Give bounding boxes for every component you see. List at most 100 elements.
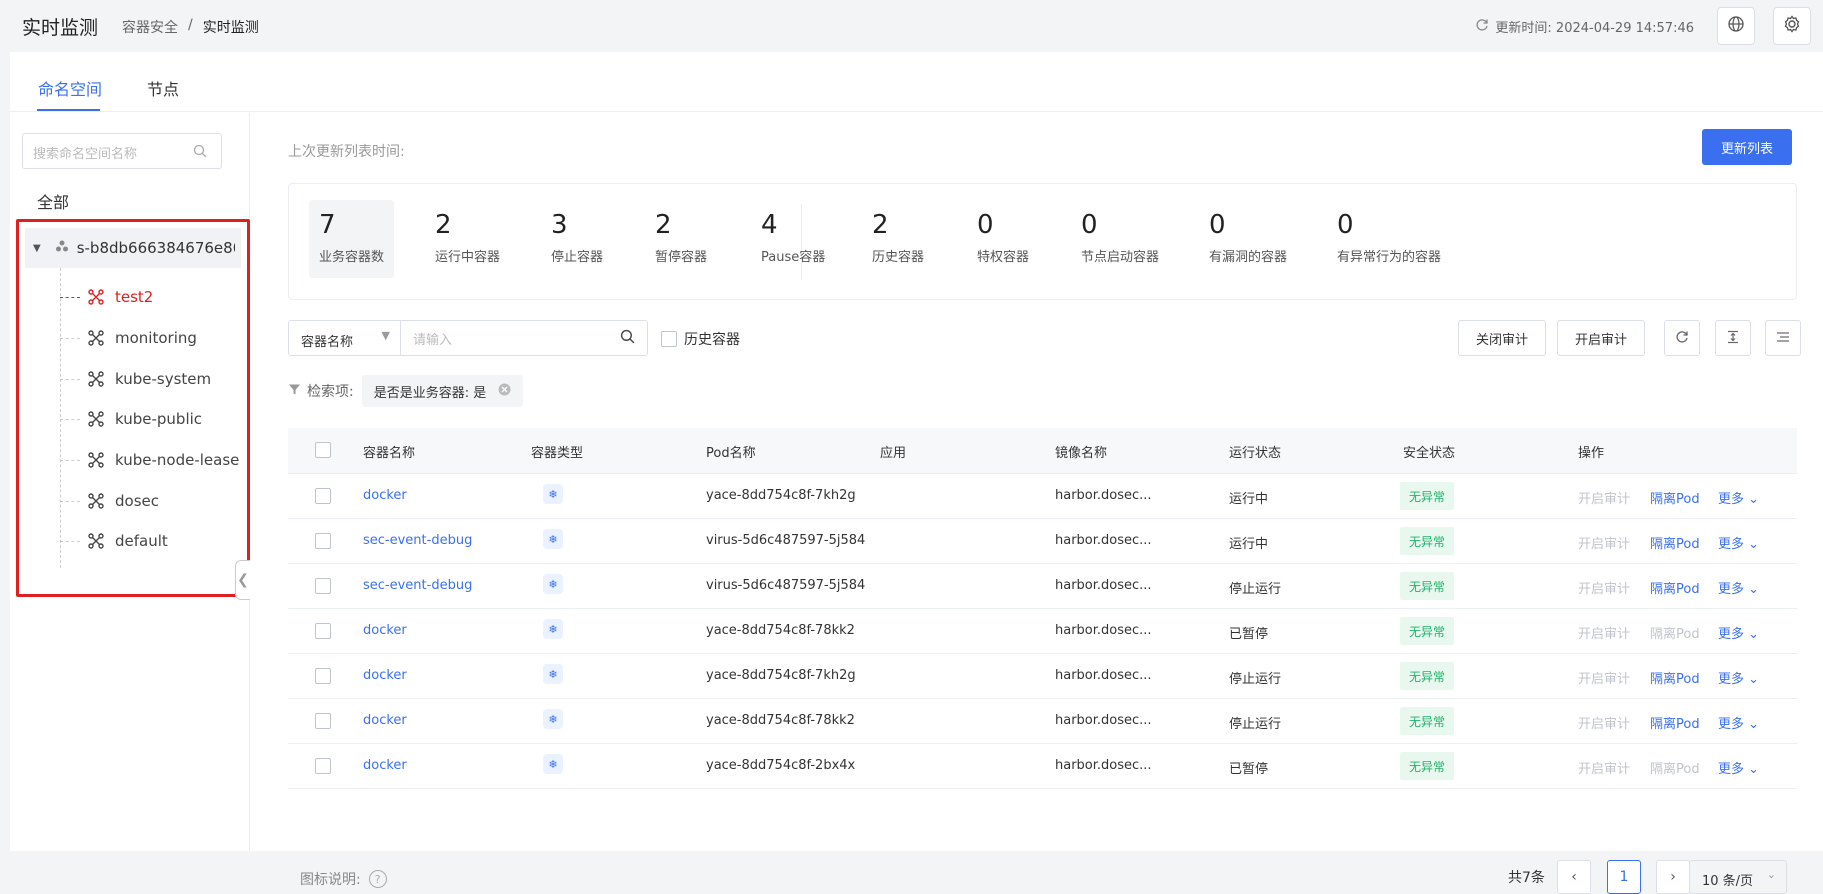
open-audit-link[interactable]: 开启审计 <box>1578 713 1630 732</box>
chevron-down-icon: ⌄ <box>1748 762 1760 777</box>
more-dropdown[interactable]: 更多 ⌄ <box>1718 713 1759 732</box>
row-checkbox[interactable] <box>315 668 331 684</box>
tree-item-kube-public[interactable]: kube-public <box>60 399 250 439</box>
tree-root-node[interactable]: ▼ s-b8db666384676e80... <box>25 228 241 268</box>
isolate-pod-link[interactable]: 隔离Pod <box>1650 758 1700 777</box>
container-name-link[interactable]: docker <box>363 488 407 503</box>
caret-down-icon[interactable]: ▼ <box>33 243 41 254</box>
open-audit-link[interactable]: 开启审计 <box>1578 668 1630 687</box>
search-icon[interactable] <box>620 329 635 348</box>
page-button[interactable]: 1 <box>1607 860 1641 894</box>
open-audit-link[interactable]: 开启审计 <box>1578 758 1630 777</box>
prev-page-button[interactable]: ‹ <box>1557 860 1591 894</box>
tree-item-kube-system[interactable]: kube-system <box>60 359 250 399</box>
search-field-value: 容器名称 <box>301 335 354 350</box>
stat-paused[interactable]: 2 暂停容器 <box>645 200 717 278</box>
more-dropdown[interactable]: 更多 ⌄ <box>1718 533 1759 552</box>
refresh-icon[interactable] <box>1475 18 1489 36</box>
stat-business-containers[interactable]: 7 业务容器数 <box>309 200 395 278</box>
criteria-tag: 是否是业务容器: 是 <box>361 375 524 407</box>
row-density-button[interactable] <box>1715 320 1751 356</box>
run-status: 停止运行 <box>1229 582 1282 597</box>
stat-vulnerable[interactable]: 0 有漏洞的容器 <box>1199 200 1297 278</box>
search-icon[interactable] <box>193 144 207 162</box>
checkbox[interactable] <box>661 331 677 347</box>
language-button[interactable] <box>1717 7 1755 45</box>
isolate-pod-link[interactable]: 隔离Pod <box>1650 668 1700 687</box>
open-audit-link[interactable]: 开启审计 <box>1578 533 1630 552</box>
isolate-pod-link[interactable]: 隔离Pod <box>1650 623 1700 642</box>
isolate-pod-link[interactable]: 隔离Pod <box>1650 533 1700 552</box>
container-search-input[interactable]: 请输入 <box>401 329 620 348</box>
next-page-button[interactable]: › <box>1656 860 1690 894</box>
tree-item-kube-node-lease[interactable]: kube-node-lease <box>60 440 250 480</box>
container-name-link[interactable]: sec-event-debug <box>363 578 472 593</box>
stat-pause-containers[interactable]: 4 Pause容器 <box>751 200 835 278</box>
tree-item-monitoring[interactable]: monitoring <box>60 318 250 358</box>
history-container-checkbox[interactable]: 历史容器 <box>661 329 740 349</box>
isolate-pod-link[interactable]: 隔离Pod <box>1650 578 1700 597</box>
isolate-pod-link[interactable]: 隔离Pod <box>1650 713 1700 732</box>
container-name-link[interactable]: docker <box>363 668 407 683</box>
tab-node[interactable]: 节点 <box>147 76 179 100</box>
stat-node-started[interactable]: 0 节点启动容器 <box>1071 200 1169 278</box>
open-audit-link[interactable]: 开启审计 <box>1578 623 1630 642</box>
more-dropdown[interactable]: 更多 ⌄ <box>1718 668 1759 687</box>
open-audit-button[interactable]: 开启审计 <box>1557 320 1645 356</box>
stat-label: 业务容器数 <box>319 250 385 265</box>
stat-abnormal[interactable]: 0 有异常行为的容器 <box>1327 200 1451 278</box>
close-audit-button[interactable]: 关闭审计 <box>1458 320 1546 356</box>
tree-item-test2[interactable]: test2 <box>60 277 250 317</box>
close-icon[interactable] <box>498 383 511 400</box>
column-settings-button[interactable] <box>1765 320 1801 356</box>
settings-button[interactable] <box>1773 7 1811 45</box>
row-checkbox[interactable] <box>315 713 331 729</box>
stat-value: 0 <box>977 210 994 240</box>
reload-button[interactable] <box>1664 320 1700 356</box>
more-label: 更多 <box>1718 582 1745 597</box>
namespace-icon <box>88 452 104 468</box>
chevron-down-icon: ⌄ <box>1748 717 1760 732</box>
help-icon[interactable]: ? <box>368 870 387 888</box>
row-checkbox[interactable] <box>315 758 331 774</box>
run-status: 停止运行 <box>1229 717 1282 732</box>
tab-namespace[interactable]: 命名空间 <box>38 76 102 100</box>
container-name-link[interactable]: docker <box>363 758 407 773</box>
container-name-link[interactable]: sec-event-debug <box>363 533 472 548</box>
page-size-select[interactable]: 10 条/页 ⌄ <box>1689 860 1787 894</box>
container-table: 容器名称 容器类型 Pod名称 应用 镜像名称 运行状态 安全状态 操作 doc… <box>288 428 1797 789</box>
open-audit-link[interactable]: 开启审计 <box>1578 488 1630 507</box>
container-name-link[interactable]: docker <box>363 713 407 728</box>
tree-item-dosec[interactable]: dosec <box>60 481 250 521</box>
row-checkbox[interactable] <box>315 533 331 549</box>
row-checkbox[interactable] <box>315 578 331 594</box>
breadcrumb-item[interactable]: 容器安全 <box>122 17 178 37</box>
namespace-search-input[interactable]: 搜索命名空间名称 <box>22 133 222 169</box>
open-audit-link[interactable]: 开启审计 <box>1578 578 1630 597</box>
row-checkbox[interactable] <box>315 623 331 639</box>
isolate-pod-link[interactable]: 隔离Pod <box>1650 488 1700 507</box>
search-field-select[interactable]: 容器名称 ▼ <box>289 321 401 355</box>
stat-running[interactable]: 2 运行中容器 <box>425 200 510 278</box>
more-dropdown[interactable]: 更多 ⌄ <box>1718 488 1759 507</box>
container-type-icon: ❄ <box>543 484 563 504</box>
refresh-list-button[interactable]: 更新列表 <box>1702 129 1792 165</box>
tree-item-default[interactable]: default <box>60 521 250 561</box>
tree-all-item[interactable]: 全部 <box>37 189 69 213</box>
more-dropdown[interactable]: 更多 ⌄ <box>1718 623 1759 642</box>
stat-privileged[interactable]: 0 特权容器 <box>967 200 1039 278</box>
tab-underline <box>37 109 100 111</box>
stat-history[interactable]: 2 历史容器 <box>862 200 934 278</box>
container-type-icon: ❄ <box>543 619 563 639</box>
run-status: 运行中 <box>1229 537 1269 552</box>
sidebar-collapse-handle[interactable]: ❮ <box>235 560 250 600</box>
row-checkbox[interactable] <box>315 488 331 504</box>
container-name-link[interactable]: docker <box>363 623 407 638</box>
more-dropdown[interactable]: 更多 ⌄ <box>1718 758 1759 777</box>
column-header: 镜像名称 <box>1055 446 1108 461</box>
select-all-checkbox[interactable] <box>315 442 331 458</box>
stat-label: 特权容器 <box>977 250 1030 265</box>
table-row: docker ❄ yace-8dd754c8f-7kh2g harbor.dosec.… <box>288 654 1797 699</box>
more-dropdown[interactable]: 更多 ⌄ <box>1718 578 1759 597</box>
stat-stopped[interactable]: 3 停止容器 <box>541 200 613 278</box>
